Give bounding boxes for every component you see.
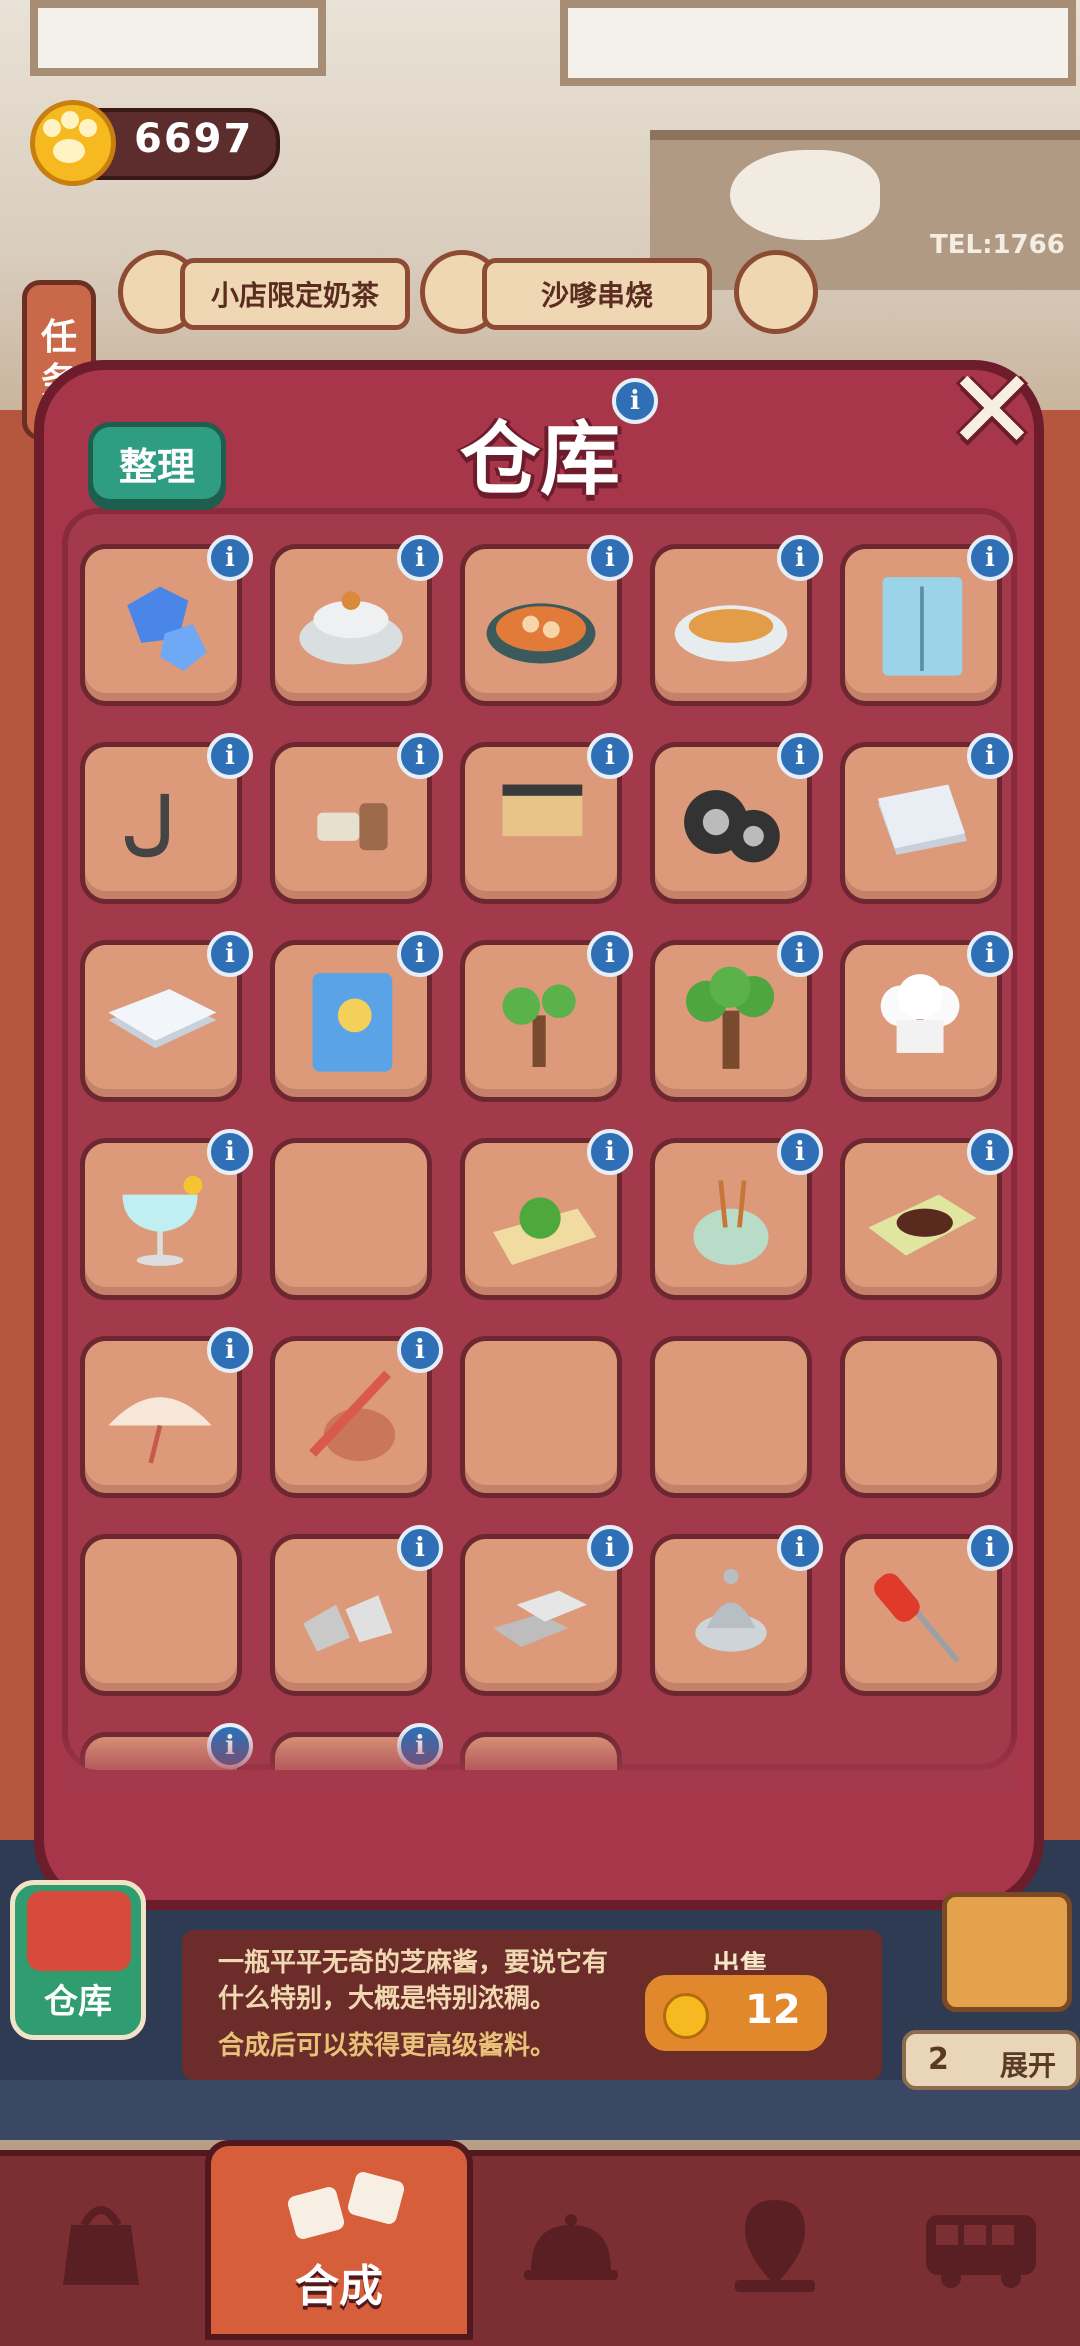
inventory-slot[interactable]: i: [270, 535, 443, 706]
paw-coin-icon: [663, 1993, 709, 2039]
info-icon[interactable]: i: [397, 535, 443, 581]
info-icon[interactable]: i: [207, 1327, 253, 1373]
item-description: 一瓶平平无奇的芝麻酱，要说它有什么特别，大概是特别浓稠。: [218, 1948, 609, 2014]
expand-count: 2: [928, 2042, 949, 2077]
empty-inventory-slot[interactable]: [80, 1534, 242, 1696]
nav-merge-label: 合成: [295, 2261, 383, 2312]
info-icon[interactable]: i: [587, 1129, 633, 1175]
title-info-icon[interactable]: i: [612, 378, 658, 424]
info-icon[interactable]: i: [777, 1129, 823, 1175]
shop-window: [560, 0, 1076, 86]
warehouse-grid: iiiiiiiiiiiiiiiiiiiiiiiiiii: [62, 508, 1017, 1770]
info-icon[interactable]: i: [967, 535, 1013, 581]
order-card[interactable]: 小店限定奶茶: [180, 258, 410, 330]
info-icon[interactable]: i: [587, 1525, 633, 1571]
info-icon[interactable]: i: [587, 733, 633, 779]
service-bell-icon: [524, 2214, 618, 2280]
warehouse-button-label: 仓库: [44, 1982, 112, 2022]
task-label-1: 任: [40, 317, 77, 358]
treasure-chest-icon[interactable]: [942, 1892, 1072, 2012]
inventory-slot[interactable]: i: [460, 535, 633, 706]
inventory-slot[interactable]: i: [460, 931, 633, 1102]
item-hint: 合成后可以获得更高级酱料。: [218, 2031, 557, 2061]
close-icon[interactable]: ✕: [944, 355, 1040, 465]
info-icon[interactable]: i: [777, 535, 823, 581]
info-icon[interactable]: i: [777, 931, 823, 977]
inventory-slot[interactable]: i: [650, 535, 823, 706]
inventory-slot[interactable]: i: [80, 535, 253, 706]
info-icon[interactable]: i: [397, 733, 443, 779]
nav-merge[interactable]: 合成: [205, 2140, 473, 2340]
empty-inventory-slot[interactable]: [270, 1138, 432, 1300]
fish-sign: [730, 150, 880, 240]
info-icon[interactable]: i: [587, 535, 633, 581]
map-pin-icon: [735, 2200, 815, 2292]
paw-coin-icon: [30, 100, 116, 186]
inventory-slot[interactable]: i: [650, 733, 823, 904]
order-label: 沙嗲串烧: [540, 279, 653, 312]
warehouse-title: 仓库: [460, 413, 620, 506]
info-icon[interactable]: i: [397, 1525, 443, 1571]
inventory-slot[interactable]: i: [840, 535, 1013, 706]
empty-inventory-slot[interactable]: [460, 1336, 622, 1498]
inventory-slot[interactable]: i: [270, 1327, 443, 1498]
inventory-slot[interactable]: i: [460, 733, 633, 904]
info-icon[interactable]: i: [397, 931, 443, 977]
inventory-slot[interactable]: i: [650, 1129, 823, 1300]
info-icon[interactable]: i: [207, 931, 253, 977]
inventory-slot[interactable]: i: [840, 1525, 1013, 1696]
sell-button[interactable]: 12: [640, 1970, 832, 2056]
expand-button[interactable]: 2 展开: [902, 2030, 1080, 2090]
info-icon[interactable]: i: [207, 535, 253, 581]
inventory-slot[interactable]: i: [270, 931, 443, 1102]
inventory-slot[interactable]: i: [80, 931, 253, 1102]
empty-inventory-slot[interactable]: [840, 1336, 1002, 1498]
inventory-slot[interactable]: i: [840, 1129, 1013, 1300]
info-icon[interactable]: i: [967, 1525, 1013, 1571]
info-icon[interactable]: i: [587, 931, 633, 977]
expand-label: 展开: [1000, 2049, 1057, 2082]
sell-price: 12: [745, 1987, 801, 2033]
inventory-slot[interactable]: i: [650, 1525, 823, 1696]
nav-map[interactable]: [700, 2170, 850, 2320]
info-icon[interactable]: i: [967, 931, 1013, 977]
inventory-slot[interactable]: i: [270, 733, 443, 904]
nav-bus[interactable]: [906, 2170, 1056, 2320]
bus-icon: [926, 2215, 1036, 2288]
shop-window: [30, 0, 326, 76]
empty-inventory-slot[interactable]: [650, 1336, 812, 1498]
nav-service[interactable]: [496, 2170, 646, 2320]
inventory-slot[interactable]: i: [80, 733, 253, 904]
grid-fade: [62, 1730, 1017, 1790]
info-icon[interactable]: i: [207, 733, 253, 779]
inventory-slot[interactable]: i: [80, 1327, 253, 1498]
info-icon[interactable]: i: [777, 1525, 823, 1571]
inventory-slot[interactable]: i: [80, 1129, 253, 1300]
shop-bag-icon: [63, 2206, 139, 2285]
nav-shop-bag[interactable]: [26, 2170, 176, 2320]
inventory-slot[interactable]: i: [840, 931, 1013, 1102]
currency-amount: 6697: [134, 116, 254, 162]
order-card[interactable]: 沙嗲串烧: [482, 258, 712, 330]
sort-button[interactable]: 整理: [88, 422, 226, 504]
info-icon[interactable]: i: [777, 733, 823, 779]
warehouse-button[interactable]: 仓库: [10, 1880, 146, 2040]
inventory-slot[interactable]: i: [840, 733, 1013, 904]
inventory-slot[interactable]: i: [270, 1525, 443, 1696]
info-icon[interactable]: i: [207, 1129, 253, 1175]
inventory-slot[interactable]: i: [460, 1525, 633, 1696]
info-icon[interactable]: i: [397, 1327, 443, 1373]
info-icon[interactable]: i: [967, 733, 1013, 779]
info-icon[interactable]: i: [967, 1129, 1013, 1175]
inventory-slot[interactable]: i: [650, 931, 823, 1102]
shop-phone-sign: TEL:1766: [930, 230, 1065, 260]
order-label: 小店限定奶茶: [210, 279, 379, 312]
sushi-icon: [734, 250, 818, 334]
warehouse-box-icon: [27, 1891, 131, 1971]
inventory-slot[interactable]: i: [460, 1129, 633, 1300]
